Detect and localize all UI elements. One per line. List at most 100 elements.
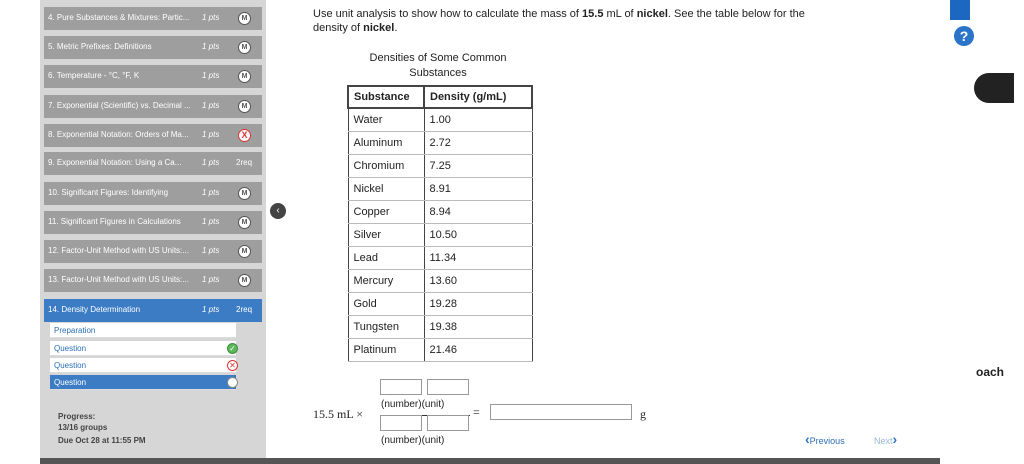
mastery-icon: M	[238, 216, 251, 229]
substance-cell: Tungsten	[347, 314, 425, 339]
sidebar-item[interactable]: 7. Exponential (Scientific) vs. Decimal …	[44, 95, 262, 118]
prompt-period: .	[394, 22, 398, 34]
table-row: Aluminum 2.72	[347, 130, 533, 155]
header-substance: Substance	[347, 85, 425, 109]
substance-cell: Silver	[347, 222, 425, 247]
denominator-hint: (number)(unit)	[381, 435, 445, 446]
sidebar-item-points: 1 pts	[202, 246, 220, 255]
sidebar-item[interactable]: 6. Temperature - °C, °F, K 1 pts M	[44, 65, 262, 88]
mastery-icon: M	[238, 187, 251, 200]
substance-cell: Copper	[347, 199, 425, 224]
sidebar-item[interactable]: 4. Pure Substances & Mixtures: Partic...…	[44, 7, 262, 30]
sidebar-item-title: 4. Pure Substances & Mixtures: Partic...	[48, 13, 190, 22]
density-cell: 7.25	[423, 153, 533, 178]
answer-unit: g	[640, 407, 646, 421]
denominator-unit-input[interactable]	[427, 415, 469, 431]
substance-cell: Water	[347, 107, 425, 132]
prompt-text-4: density of	[313, 22, 364, 34]
table-row: Water 1.00	[347, 107, 533, 132]
mastery-icon: M	[238, 70, 251, 83]
table-row: Platinum 21.46	[347, 337, 533, 362]
sidebar-item[interactable]: 8. Exponential Notation: Orders of Ma...…	[44, 124, 262, 147]
numerator-hint: (number)(unit)	[381, 399, 445, 410]
sidebar-item-points: 1 pts	[202, 158, 220, 167]
table-row: Chromium 7.25	[347, 153, 533, 178]
sidebar-item-points: 1 pts	[202, 275, 220, 284]
sidebar-item-points: 1 pts	[202, 71, 220, 80]
sidebar-item-points: 1 pts	[202, 217, 220, 226]
sidebar-item-title: 8. Exponential Notation: Orders of Ma...	[48, 130, 189, 139]
sidebar-item-title: 10. Significant Figures: Identifying	[48, 188, 169, 197]
table-row: Mercury 13.60	[347, 268, 533, 293]
table-row: Silver 10.50	[347, 222, 533, 247]
sidebar-item[interactable]: 10. Significant Figures: Identifying 1 pt…	[44, 182, 262, 205]
table-row: Gold 19.28	[347, 291, 533, 316]
sidebar-item-title: 12. Factor-Unit Method with US Units:...	[48, 246, 189, 255]
sidebar-item-points: 1 pts	[202, 305, 220, 314]
table-row: Tungsten 19.38	[347, 314, 533, 339]
density-cell: 11.34	[423, 245, 533, 270]
prompt-text: Use unit analysis to show how to calcula…	[313, 8, 583, 20]
right-panel	[938, 0, 1024, 464]
mastery-icon: M	[238, 41, 251, 54]
sidebar-item-title: 13. Factor-Unit Method with US Units:...	[48, 275, 189, 284]
table-caption: Densities of Some Common Substances	[345, 51, 531, 81]
numerator-number-input[interactable]	[380, 379, 422, 395]
sidebar-item[interactable]: 5. Metric Prefixes: Definitions 1 pts M	[44, 36, 262, 59]
substance-cell: Lead	[347, 245, 425, 270]
sidebar-subitem[interactable]: Question	[50, 341, 236, 356]
top-right-button[interactable]	[950, 0, 970, 20]
prompt-substance-2: nickel	[363, 22, 395, 34]
sidebar-subitem[interactable]: Question	[50, 358, 236, 373]
sidebar-item-title: 9. Exponential Notation: Using a Ca...	[48, 158, 182, 167]
denominator-number-input[interactable]	[380, 415, 422, 431]
density-cell: 8.94	[423, 199, 533, 224]
sidebar-item[interactable]: 11. Significant Figures in Calculations 1…	[44, 211, 262, 234]
question-prompt: Use unit analysis to show how to calcula…	[313, 7, 913, 35]
sidebar-item[interactable]: 9. Exponential Notation: Using a Ca... 1 …	[44, 152, 262, 175]
prompt-text-2: mL of	[606, 8, 637, 20]
table-row: Copper 8.94	[347, 199, 533, 224]
substance-cell: Gold	[347, 291, 425, 316]
sidebar-item-points: 1 pts	[202, 130, 220, 139]
check-icon: ✓	[227, 343, 238, 354]
help-icon[interactable]: ?	[954, 26, 974, 46]
caption-line-1: Densities of Some Common	[369, 52, 507, 64]
substance-cell: Platinum	[347, 337, 425, 362]
numerator-unit-input[interactable]	[427, 379, 469, 395]
sidebar-item-points: 1 pts	[202, 42, 220, 51]
mastery-icon: M	[238, 100, 251, 113]
given-quantity: 15.5 mL ×	[313, 407, 363, 421]
mastery-icon: M	[238, 12, 251, 25]
density-cell: 1.00	[423, 107, 533, 132]
substance-cell: Aluminum	[347, 130, 425, 155]
density-cell: 2.72	[423, 130, 533, 155]
substance-cell: Mercury	[347, 268, 425, 293]
answer-input[interactable]	[490, 404, 632, 420]
sidebar-item-title: 7. Exponential (Scientific) vs. Decimal …	[48, 101, 191, 110]
collapse-sidebar-icon[interactable]: ‹	[270, 203, 286, 219]
sidebar-progress-label: Progress:	[58, 412, 96, 421]
sidebar-item[interactable]: 12. Factor-Unit Method with US Units:...…	[44, 240, 262, 263]
density-cell: 8.91	[423, 176, 533, 201]
substance-cell: Nickel	[347, 176, 425, 201]
sidebar-subitem[interactable]: Preparation	[50, 323, 236, 338]
previous-button[interactable]: ‹Previous	[805, 431, 845, 447]
next-button[interactable]: Next›	[874, 431, 897, 447]
sidebar-item[interactable]: 14. Density Determination 1 pts 2req	[44, 299, 262, 322]
sidebar-subitem[interactable]: Question	[50, 375, 236, 390]
sidebar-item[interactable]: 13. Factor-Unit Method with US Units:...…	[44, 269, 262, 292]
prompt-substance: nickel	[636, 8, 668, 20]
requirement-status: 2req	[236, 158, 253, 167]
sidebar-item-title: 5. Metric Prefixes: Definitions	[48, 42, 152, 51]
incorrect-icon: ✕	[227, 360, 238, 371]
sidebar-progress-value: 13/16 groups	[58, 423, 108, 432]
mastery-icon: M	[238, 245, 251, 258]
open-circle-icon	[227, 377, 238, 388]
header-density: Density (g/mL)	[423, 85, 533, 109]
sidebar-due: Due Oct 28 at 11:55 PM	[58, 436, 146, 445]
prompt-volume: 15.5	[582, 8, 604, 20]
caption-line-2: Substances	[409, 67, 467, 79]
density-cell: 13.60	[423, 268, 533, 293]
dark-pill-button[interactable]	[974, 73, 1014, 103]
